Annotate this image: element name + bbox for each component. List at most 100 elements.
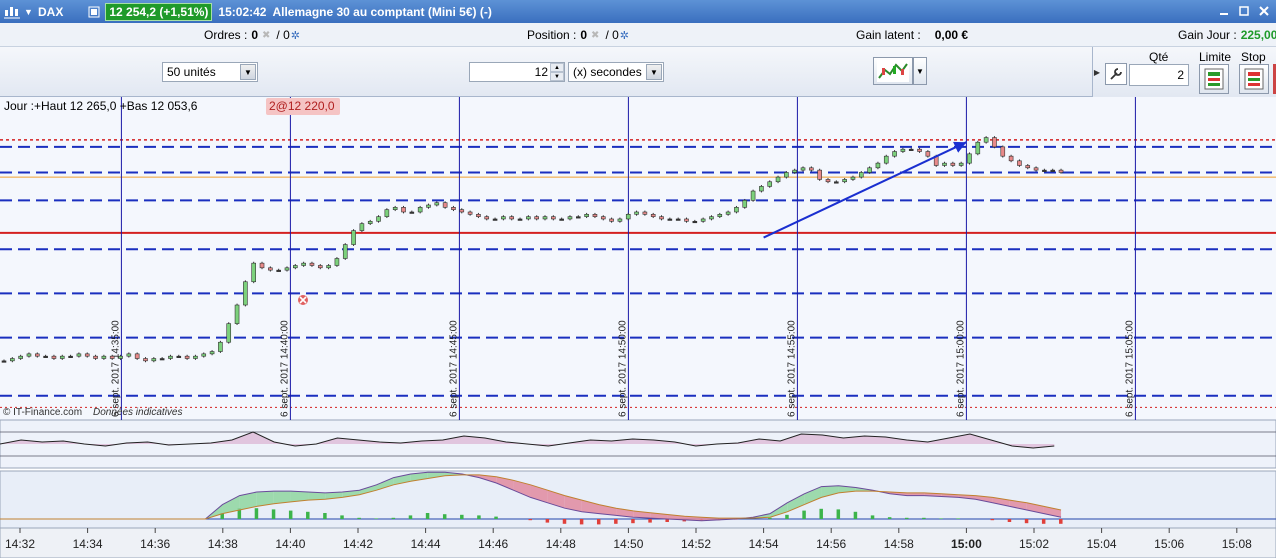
chart-type-button[interactable] [873,57,913,85]
histogram-bar-negative [1007,519,1012,522]
bear-candle [825,179,831,183]
bull-candle [625,214,631,220]
qty-label: Qté [1149,50,1169,64]
bull-candle [201,353,207,357]
order-panel: ▶ Qté 2 Limite Stop [1092,47,1276,97]
bull-candle [434,202,440,206]
histogram-bar-positive [870,515,875,519]
position-field: Position : 0 ✖ / 0 ✲ [527,28,629,42]
histogram-bar-positive [887,517,892,519]
bear-candle [1058,169,1064,173]
histogram-bar-positive [785,514,789,519]
bull-candle [409,211,415,214]
bull-candle [68,355,73,358]
histogram-bar-positive [768,517,772,519]
collapse-arrow-icon[interactable]: ▶ [1093,49,1101,95]
histogram-bar-positive [460,514,464,519]
bear-candle [659,216,664,220]
bull-candle [218,341,223,352]
bull-candle [118,355,123,359]
bull-candle [168,355,173,359]
bull-candle [692,220,698,224]
bull-candle [983,137,989,143]
tick-label: 14:58 [884,537,914,551]
bull-candle [542,216,548,220]
close-icon[interactable] [1256,3,1272,19]
position-label: Position : [527,28,577,42]
favorite-star-icon[interactable] [87,5,101,19]
spin-up-icon[interactable]: ▲ [550,63,564,72]
bull-candle [634,211,639,215]
gear-icon[interactable]: ✲ [291,29,300,42]
chart-area[interactable]: 6 sept. 2017 14:35:00 6 sept. 2017 14:40:… [0,97,1276,558]
histogram-bar-negative [579,519,584,525]
close-position-icon[interactable]: ✖ [591,30,599,41]
gain-jour-field: Gain Jour : 225,00 [1178,28,1276,42]
histogram-bar-negative [1041,519,1046,524]
disclaimer: Données indicatives [93,407,183,418]
bear-candle [451,207,456,210]
bear-candle [109,355,115,359]
bull-candle [284,267,290,271]
histogram-bar-positive [306,511,310,519]
bull-candle [617,218,623,222]
bull-candle [517,218,523,221]
wrench-icon[interactable] [1105,63,1127,85]
bear-candle [992,137,997,148]
bull-candle [234,304,240,324]
bear-candle [650,214,656,217]
spin-down-icon[interactable]: ▼ [550,72,564,81]
bull-candle [858,172,864,178]
bear-candle [534,216,539,220]
bear-candle [93,355,98,359]
histogram-bar-positive [922,517,926,519]
bull-candle [301,262,306,266]
bull-candle [700,218,706,222]
chart-toolbar: 50 unités ▼ 12 ▲ ▼ (x) secondes ▼ ▼ [0,47,1276,97]
limit-order-button[interactable] [1199,64,1229,94]
maximize-icon[interactable] [1236,3,1252,19]
units-select[interactable]: 50 unités ▼ [162,62,258,82]
gear-icon[interactable]: ✲ [620,29,629,42]
tick-label: 15:08 [1222,537,1252,551]
price-change-badge: 12 254,2 (+1,51%) [105,2,213,21]
minimize-icon[interactable] [1216,3,1232,19]
bull-candle [975,141,981,155]
bear-candle [134,353,140,359]
tick-label: 15:06 [1154,537,1184,551]
day-range-label: Jour :+Haut 12 265,0 +Bas 12 053,6 [4,99,198,113]
period-unit-select[interactable]: (x) secondes ▼ [568,62,664,82]
bear-candle [1008,155,1014,162]
chart-window-icon[interactable] [2,4,22,20]
histogram-bar-positive [477,515,481,519]
qty-input[interactable]: 2 [1129,64,1189,86]
bull-candle [784,172,789,178]
bull-candle [900,148,906,152]
cancel-orders-icon[interactable]: ✖ [262,30,270,41]
tick-label: 15:04 [1087,537,1117,551]
bull-candle [800,167,806,171]
bull-candle [18,355,23,359]
close-position-x-icon[interactable] [298,295,308,305]
bull-candle [417,207,423,213]
price-chart[interactable]: 6 sept. 2017 14:35:00 6 sept. 2017 14:40:… [0,97,1276,558]
bear-candle [592,214,598,217]
stop-order-button[interactable] [1239,64,1269,94]
bear-candle [484,216,490,220]
bull-candle [209,351,215,355]
bull-candle [426,204,431,208]
clock-time: 15:02:42 [218,4,267,19]
bull-candle [43,355,48,358]
histogram-bar-negative [562,519,567,524]
chevron-down-icon[interactable]: ▼ [24,7,34,17]
bear-candle [401,207,406,213]
position-marker[interactable]: 2@12 220,0 [269,99,335,113]
bull-candle [293,265,298,269]
chevron-down-icon[interactable]: ▼ [913,57,927,85]
bear-candle [467,211,473,215]
period-spinner[interactable]: ▲ ▼ [550,63,564,81]
bear-candle [642,211,648,215]
gain-latent-field: Gain latent : 0,00 € [856,28,968,42]
chevron-down-icon[interactable]: ▼ [646,64,662,80]
chevron-down-icon[interactable]: ▼ [240,64,256,80]
